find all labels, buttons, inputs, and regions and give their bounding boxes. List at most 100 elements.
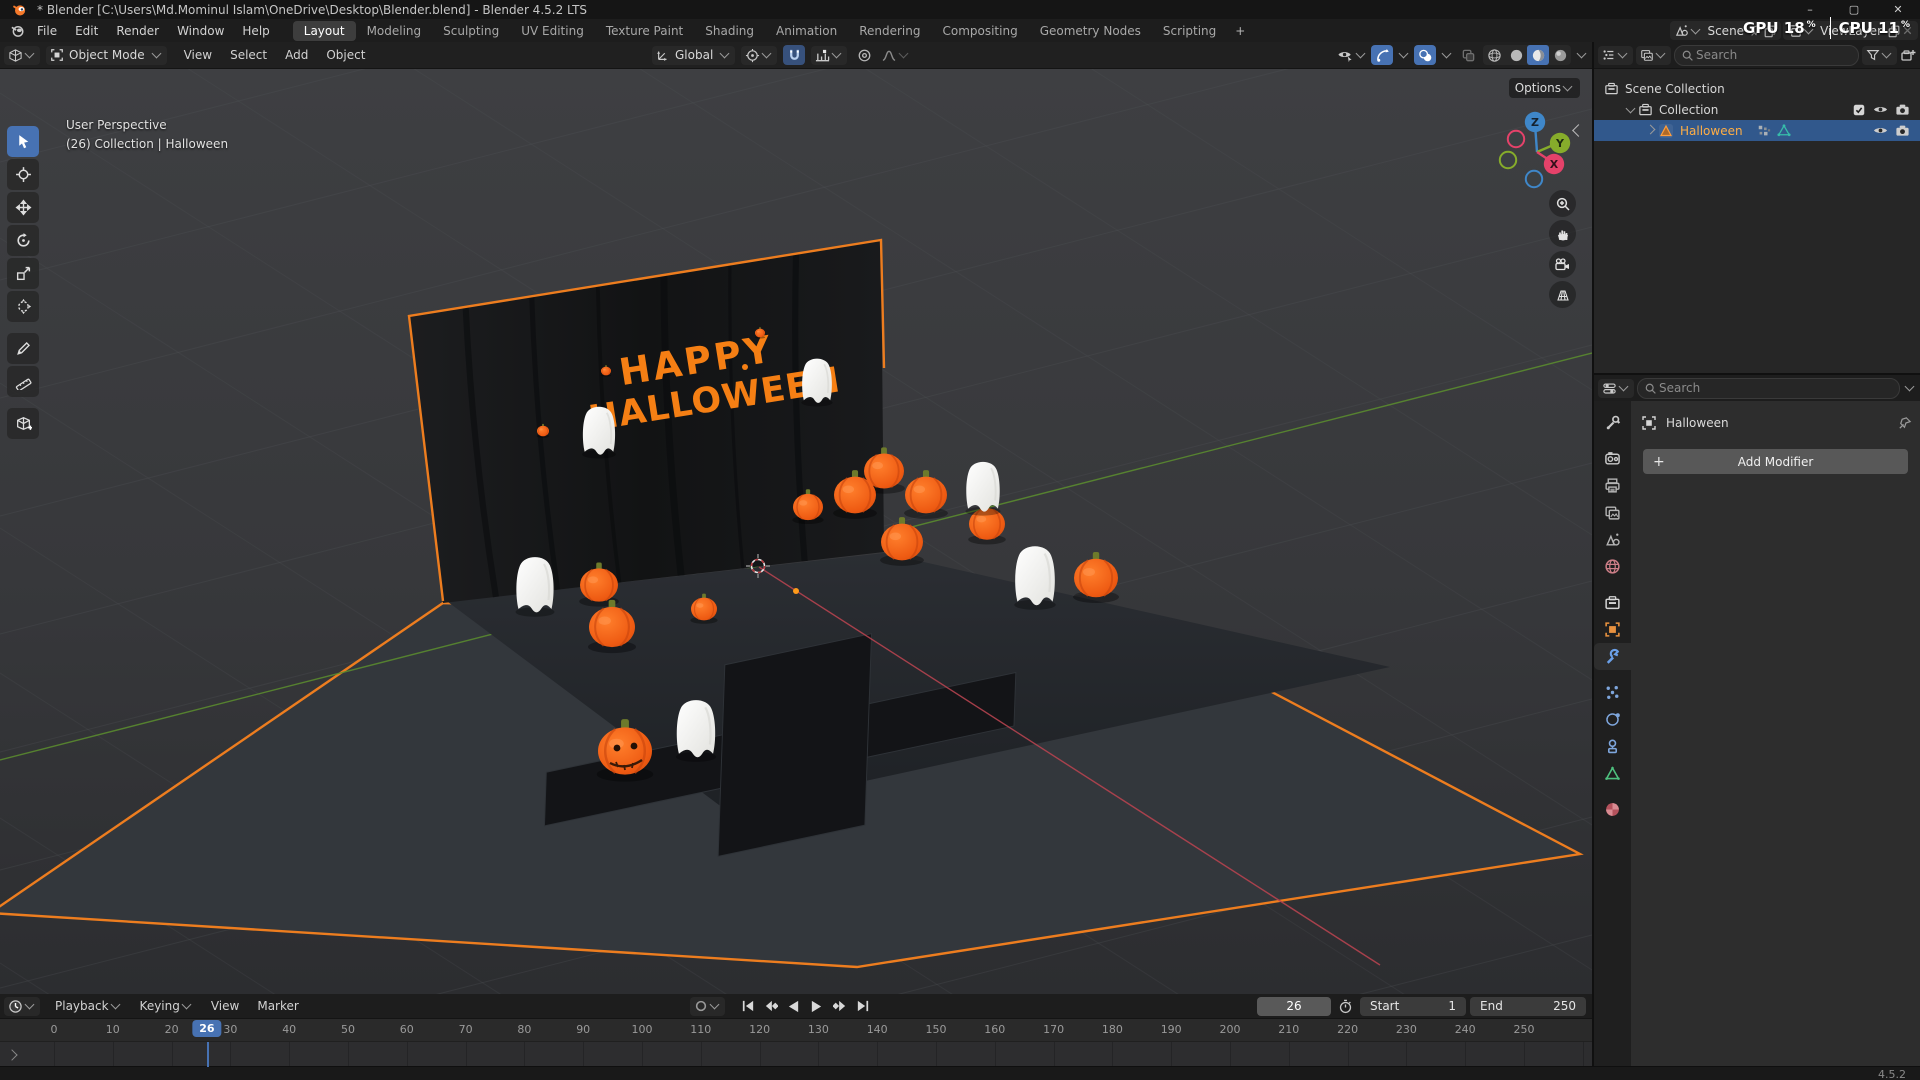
properties-tab-object[interactable]	[1594, 616, 1631, 643]
transform-orientation-selector[interactable]: Global	[652, 45, 736, 65]
outliner-filter-button[interactable]	[1862, 45, 1897, 65]
navigation-gizmo[interactable]: Z Y X	[1494, 106, 1586, 202]
tool-scale[interactable]	[7, 258, 39, 289]
tool-rotate[interactable]	[7, 225, 39, 256]
properties-tab-scene[interactable]	[1594, 526, 1631, 553]
play-button[interactable]	[806, 997, 827, 1016]
properties-tab-view-layer[interactable]	[1594, 499, 1631, 526]
outliner-search[interactable]	[1674, 44, 1859, 66]
properties-tab-world[interactable]	[1594, 553, 1631, 580]
viewport-3d[interactable]: Object Mode View Select Add Object Global	[0, 42, 1592, 994]
tool-measure[interactable]	[7, 366, 39, 397]
end-frame-field[interactable]: End 250	[1470, 996, 1586, 1016]
shading-solid-button[interactable]	[1505, 45, 1527, 65]
use-preview-range-button[interactable]	[1335, 997, 1356, 1016]
timeline-menu-marker[interactable]: Marker	[248, 996, 307, 1016]
workspace-tab-sculpting[interactable]: Sculpting	[432, 21, 510, 41]
jump-to-end-button[interactable]	[852, 997, 873, 1016]
workspace-tab-uv-editing[interactable]: UV Editing	[510, 21, 595, 41]
properties-editor-type[interactable]	[1598, 378, 1634, 398]
pin-icon[interactable]	[1897, 416, 1912, 431]
mode-selector[interactable]: Object Mode	[46, 45, 167, 65]
outliner-row-collection[interactable]: Collection	[1594, 99, 1920, 120]
menu-file[interactable]: File	[28, 21, 66, 41]
timeline-ruler[interactable]: 0 10 20 30 40 50 60 70 80 90 100 110 120 130 140 150 160…	[0, 1019, 1592, 1042]
menu-edit[interactable]: Edit	[66, 21, 107, 41]
tool-move[interactable]	[7, 192, 39, 223]
workspace-tab-animation[interactable]: Animation	[765, 21, 848, 41]
timeline-menu-keying[interactable]: Keying	[131, 996, 202, 1016]
hide-render-icon[interactable]	[1895, 123, 1910, 138]
outliner-row-scene-collection[interactable]: Scene Collection	[1594, 78, 1920, 99]
properties-tab-render[interactable]	[1594, 445, 1631, 472]
tool-annotate[interactable]	[7, 333, 39, 364]
viewport-menu-select[interactable]: Select	[221, 45, 276, 65]
new-collection-icon[interactable]	[1900, 47, 1916, 63]
viewport-canvas[interactable]: HAPPY HALLOWEEN	[0, 68, 1592, 994]
timeline-menu-view[interactable]: View	[202, 996, 248, 1016]
expand-icon[interactable]	[1645, 124, 1656, 134]
xray-toggle[interactable]	[1457, 45, 1479, 65]
perspective-toggle-button[interactable]	[1549, 281, 1576, 308]
tool-cursor[interactable]	[7, 159, 39, 190]
gizmo-axis-negy[interactable]	[1498, 150, 1518, 170]
menu-render[interactable]: Render	[107, 21, 168, 41]
gizmo-axis-negx[interactable]	[1506, 129, 1526, 149]
proportional-falloff-selector[interactable]	[881, 45, 910, 65]
properties-tab-material[interactable]	[1594, 796, 1631, 823]
workspace-tab-texture-paint[interactable]: Texture Paint	[595, 21, 694, 41]
properties-tab-tool[interactable]	[1594, 409, 1631, 436]
properties-tab-collection[interactable]	[1594, 589, 1631, 616]
blender-menu-icon[interactable]	[9, 23, 26, 38]
proportional-editing-toggle[interactable]	[853, 45, 875, 65]
camera-view-button[interactable]	[1549, 251, 1576, 278]
shading-rendered-button[interactable]	[1549, 45, 1571, 65]
snap-target-selector[interactable]	[811, 45, 848, 65]
current-frame-field[interactable]: 26	[1257, 996, 1331, 1016]
start-frame-field[interactable]: Start 1	[1360, 996, 1466, 1016]
properties-tab-output[interactable]	[1594, 472, 1631, 499]
shading-material-button[interactable]	[1527, 45, 1549, 65]
overlays-toggle[interactable]	[1414, 45, 1436, 65]
shading-wireframe-button[interactable]	[1483, 45, 1505, 65]
gizmos-toggle[interactable]	[1371, 45, 1393, 65]
viewport-menu-object[interactable]: Object	[317, 45, 374, 65]
tool-add-cube[interactable]	[7, 408, 39, 439]
previous-keyframe-button[interactable]	[760, 997, 781, 1016]
properties-tab-particles[interactable]	[1594, 679, 1631, 706]
options-button[interactable]: Options	[1508, 78, 1580, 98]
outliner-search-input[interactable]	[1694, 47, 1852, 63]
menu-help[interactable]: Help	[233, 21, 278, 41]
workspace-tab-geometry-nodes[interactable]: Geometry Nodes	[1029, 21, 1152, 41]
collapse-icon[interactable]	[1625, 103, 1636, 113]
properties-tab-modifier[interactable]	[1594, 643, 1631, 670]
timeline-editor-type[interactable]	[4, 996, 40, 1016]
play-reverse-button[interactable]	[783, 997, 804, 1016]
playhead-line[interactable]	[206, 1042, 209, 1067]
editor-type-button[interactable]	[4, 45, 40, 65]
properties-tab-physics[interactable]	[1594, 706, 1631, 733]
gizmo-axis-negz[interactable]	[1524, 169, 1544, 189]
workspace-tab-rendering[interactable]: Rendering	[848, 21, 931, 41]
outliner-row-halloween[interactable]: Halloween	[1594, 120, 1920, 141]
menu-window[interactable]: Window	[168, 21, 233, 41]
properties-search-input[interactable]	[1657, 380, 1893, 396]
next-keyframe-button[interactable]	[829, 997, 850, 1016]
add-workspace-button[interactable]: +	[1227, 22, 1253, 40]
properties-tab-constraints[interactable]	[1594, 733, 1631, 760]
outliner-display-mode[interactable]	[1598, 45, 1633, 65]
snap-toggle[interactable]	[783, 45, 806, 65]
timeline-menu-playback[interactable]: Playback	[46, 996, 131, 1016]
workspace-tab-scripting[interactable]: Scripting	[1152, 21, 1227, 41]
workspace-tab-modeling[interactable]: Modeling	[356, 21, 433, 41]
object-visibility-selector[interactable]	[1337, 45, 1367, 65]
workspace-tab-shading[interactable]: Shading	[694, 21, 765, 41]
add-modifier-button[interactable]: + Add Modifier	[1643, 449, 1908, 474]
zoom-button[interactable]	[1549, 190, 1576, 217]
hide-viewport-icon[interactable]	[1873, 102, 1888, 117]
workspace-tab-layout[interactable]: Layout	[292, 20, 356, 41]
expand-channels-icon[interactable]	[6, 1049, 18, 1061]
pivot-point-selector[interactable]	[741, 45, 778, 65]
auto-keying-toggle[interactable]	[690, 996, 725, 1016]
viewport-menu-view[interactable]: View	[175, 45, 221, 65]
